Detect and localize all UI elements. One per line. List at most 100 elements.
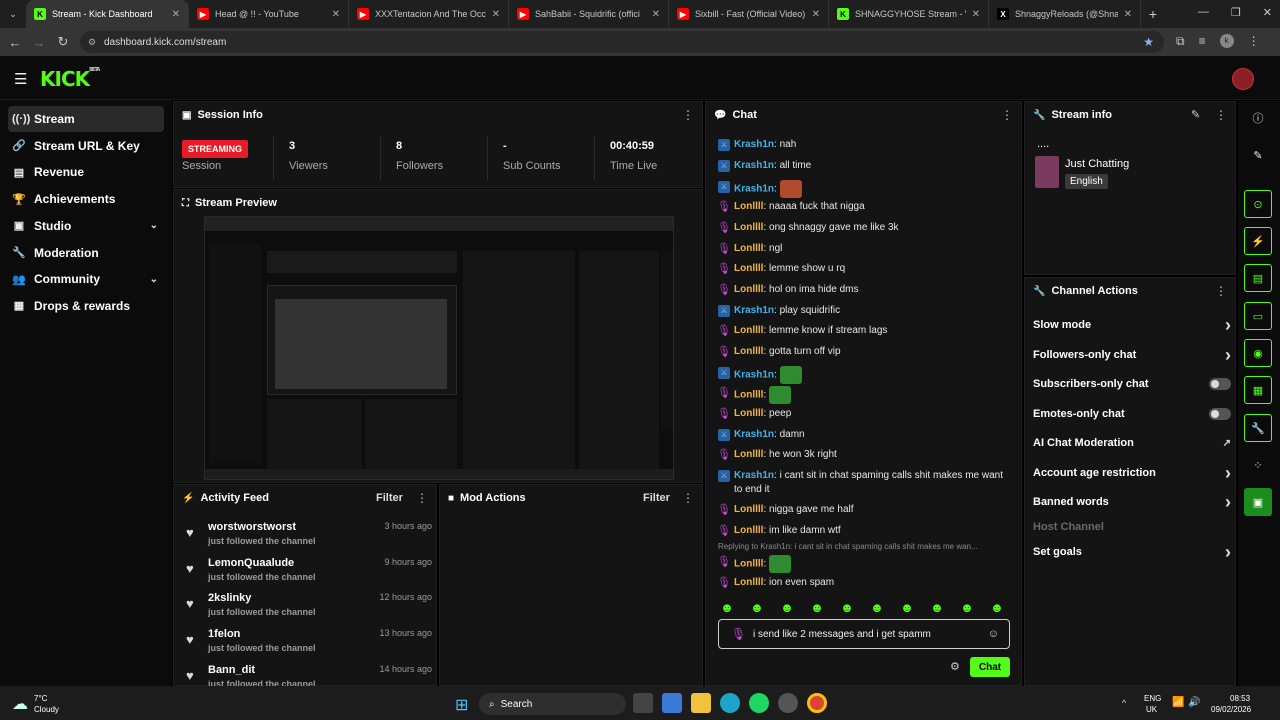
sidebar-item-studio[interactable]: ▣ Studio ⌄ <box>8 213 164 239</box>
close-tab-icon[interactable]: ✕ <box>972 9 980 20</box>
channel-action-followers-only-chat[interactable]: Followers-only chat › <box>1033 344 1231 366</box>
minimize-icon[interactable]: — <box>1198 6 1209 19</box>
clock-date[interactable]: 09/02/2026 <box>1211 705 1251 714</box>
browser-tab[interactable]: K SHNAGGYHOSE Stream - Watc ✕ <box>829 0 989 28</box>
lang-indicator[interactable]: ENG <box>1144 694 1161 703</box>
emote-icon[interactable]: ☻ <box>896 599 918 615</box>
send-chat-button[interactable]: Chat <box>970 657 1010 677</box>
back-icon[interactable]: ← <box>3 30 27 54</box>
chat-message[interactable]: 🎙 Lonllll: <box>717 555 1008 573</box>
chat-message[interactable]: 🎙 Lonllll: lemme show u rq <box>717 262 1008 276</box>
chat-message[interactable]: 🎙 Lonllll: lemme know if stream lags <box>717 324 1008 338</box>
windows-start-icon[interactable]: ⊞ <box>455 695 468 715</box>
chat-emote[interactable] <box>769 555 792 573</box>
chat-username[interactable]: Lonllll <box>734 243 763 254</box>
chat-username[interactable]: Lonllll <box>734 263 763 274</box>
chevron-down-icon[interactable]: ⌄ <box>150 220 158 231</box>
chat-message[interactable]: 🎙 Lonllll: peep <box>717 407 1008 421</box>
dots-icon[interactable]: ⁘ <box>1244 451 1272 479</box>
chat-username[interactable]: Lonllll <box>734 201 763 212</box>
spotify-icon[interactable] <box>749 693 769 713</box>
channel-action-subscribers-only-chat[interactable]: Subscribers-only chat <box>1033 373 1231 395</box>
new-tab-button[interactable]: + <box>1141 2 1165 26</box>
chat-message[interactable]: 🎙 Lonllll: hol on ima hide dms <box>717 283 1008 297</box>
kebab-menu-icon[interactable]: ⋮ <box>416 491 428 505</box>
chat-message[interactable]: ⚔ Krash1n: <box>718 180 1008 198</box>
clock-time[interactable]: 08:53 <box>1230 694 1250 703</box>
chat-message[interactable]: 🎙 Lonllll: he won 3k right <box>717 448 1008 462</box>
kebab-menu-icon[interactable]: ⋮ <box>1215 284 1227 298</box>
toggle-switch[interactable] <box>1209 408 1231 420</box>
chat-settings-icon[interactable]: ⚙ <box>950 660 960 673</box>
list-icon[interactable]: ▤ <box>1244 264 1272 292</box>
channel-action-emotes-only-chat[interactable]: Emotes-only chat <box>1033 403 1231 425</box>
chat-message[interactable]: 🎙 Lonllll: ngl <box>717 242 1008 256</box>
close-tab-icon[interactable]: ✕ <box>1124 9 1132 20</box>
sidebar-item-community[interactable]: 👥 Community ⌄ <box>8 266 164 292</box>
chat-username[interactable]: Krash1n <box>734 139 774 150</box>
extensions-icon[interactable]: ⧉ <box>1176 34 1185 49</box>
forward-icon[interactable]: → <box>27 30 51 54</box>
follower-name[interactable]: LemonQuaalude <box>208 557 294 569</box>
chevron-down-icon[interactable]: ⌄ <box>150 274 158 285</box>
filter-button[interactable]: Filter <box>376 492 403 504</box>
chat-emote[interactable] <box>769 386 792 404</box>
sidebar-item-stream-url-key[interactable]: 🔗 Stream URL & Key <box>8 133 164 159</box>
broadcast-icon[interactable]: ◉ <box>1244 339 1272 367</box>
chat-message[interactable]: ⚔ Krash1n: nah <box>718 138 1008 152</box>
chat-message[interactable]: ⚔ Krash1n: play squidrific <box>718 304 1008 318</box>
chat-username[interactable]: Krash1n <box>734 470 774 481</box>
wrench-icon[interactable]: 🔧 <box>1244 414 1272 442</box>
chat-username[interactable]: Lonllll <box>734 390 763 401</box>
emote-icon[interactable]: ☻ <box>866 599 888 615</box>
chat-username[interactable]: Krash1n <box>734 184 774 195</box>
profile-avatar-icon[interactable]: k <box>1219 34 1234 48</box>
reload-icon[interactable]: ↻ <box>51 30 75 54</box>
sidebar-item-achievements[interactable]: 🏆 Achievements <box>8 186 164 212</box>
follower-name[interactable]: 2kslinky <box>208 592 251 604</box>
chevron-right-icon[interactable]: › <box>1225 345 1231 366</box>
focus-icon[interactable]: ⊙ <box>1244 190 1272 218</box>
channel-action-banned-words[interactable]: Banned words › <box>1033 491 1231 513</box>
active-widget-icon[interactable]: ▣ <box>1244 488 1272 516</box>
bookmark-star-icon[interactable]: ★ <box>1143 35 1154 49</box>
channel-action-ai-chat-moderation[interactable]: AI Chat Moderation ↗ <box>1033 432 1231 454</box>
chat-message[interactable]: 🎙 Lonllll: nigga gave me half <box>717 503 1008 517</box>
bolt-icon[interactable]: ⚡ <box>1244 227 1272 255</box>
chat-username[interactable]: Lonllll <box>734 504 763 515</box>
close-tab-icon[interactable]: ✕ <box>332 9 340 20</box>
chat-username[interactable]: Lonllll <box>734 408 763 419</box>
chevron-right-icon[interactable]: › <box>1225 542 1231 563</box>
channel-action-set-goals[interactable]: Set goals › <box>1033 541 1231 563</box>
close-tab-icon[interactable]: ✕ <box>652 9 660 20</box>
filter-button[interactable]: Filter <box>643 492 670 504</box>
edit-pencil-icon[interactable]: ✎ <box>1191 108 1200 121</box>
kebab-menu-icon[interactable]: ⋮ <box>1215 108 1227 122</box>
kick-logo[interactable]: KICKBETA <box>40 67 100 91</box>
close-tab-icon[interactable]: ✕ <box>812 9 820 20</box>
chat-username[interactable]: Krash1n <box>734 429 774 440</box>
file-explorer-icon[interactable] <box>691 693 711 713</box>
emote-icon[interactable]: ☻ <box>956 599 978 615</box>
stream-preview-video[interactable] <box>204 216 674 480</box>
chat-input[interactable]: 🎙 i send like 2 messages and i get spamm… <box>718 619 1010 649</box>
chat-username[interactable]: Lonllll <box>734 346 763 357</box>
edit-icon[interactable]: ✎ <box>1244 141 1272 169</box>
tray-overflow-icon[interactable]: ^ <box>1122 698 1126 708</box>
emote-icon[interactable]: ☻ <box>746 599 768 615</box>
channel-action-account-age-restriction[interactable]: Account age restriction › <box>1033 462 1231 484</box>
region-indicator[interactable]: UK <box>1146 705 1157 714</box>
chat-message[interactable]: 🎙 Lonllll: <box>717 386 1008 404</box>
chat-username[interactable]: Lonllll <box>734 284 763 295</box>
chat-username[interactable]: Lonllll <box>734 449 763 460</box>
info-icon[interactable]: ⓘ <box>1244 104 1272 132</box>
follower-name[interactable]: Bann_dit <box>208 664 255 676</box>
chat-username[interactable]: Krash1n <box>734 160 774 171</box>
tab-list-icon[interactable]: ⌄ <box>0 2 26 26</box>
toggle-switch[interactable] <box>1209 378 1231 390</box>
kebab-menu-icon[interactable]: ⋮ <box>682 108 694 122</box>
chat-message[interactable]: ⚔ Krash1n: all time <box>718 159 1008 173</box>
task-view-icon[interactable] <box>633 693 653 713</box>
close-window-icon[interactable]: ✕ <box>1263 6 1272 19</box>
external-link-icon[interactable]: ↗ <box>1223 438 1231 449</box>
